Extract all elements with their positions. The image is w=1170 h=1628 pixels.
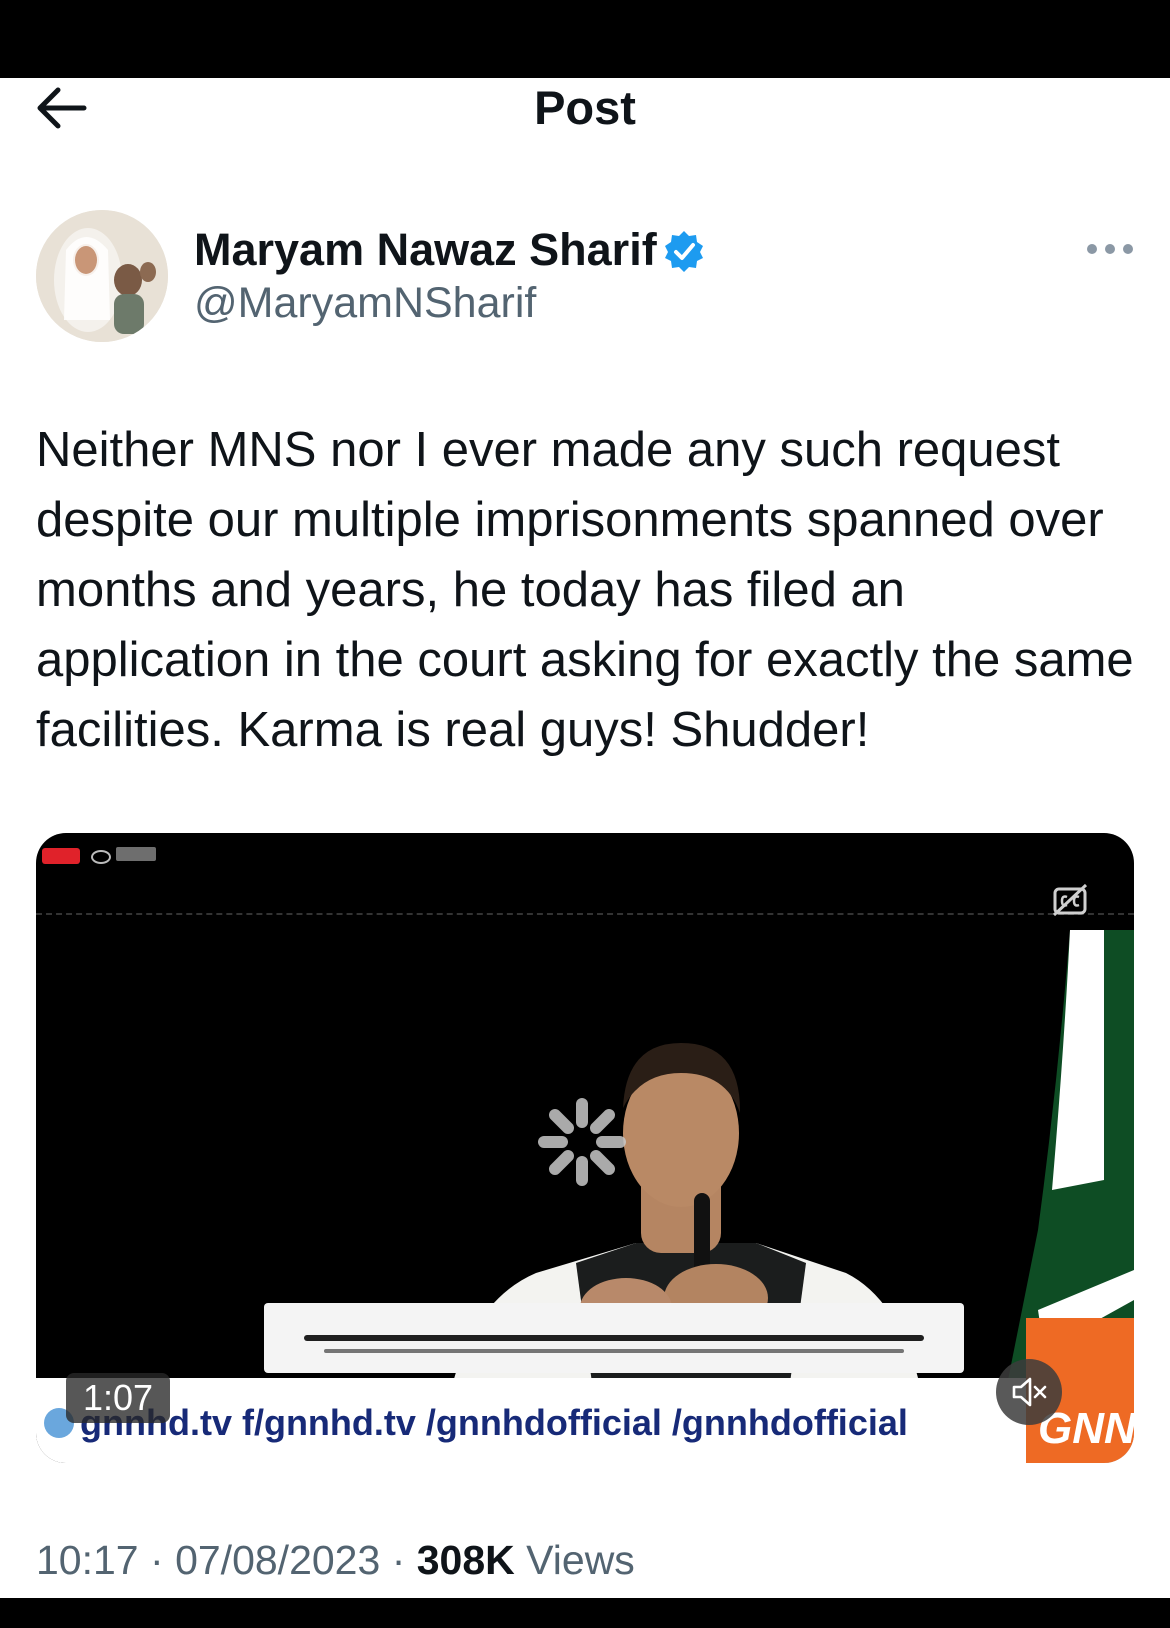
verified-badge-icon bbox=[665, 231, 703, 272]
divider bbox=[36, 913, 1134, 915]
loading-spinner-icon bbox=[538, 1098, 626, 1186]
home-indicator-bar bbox=[0, 1598, 1170, 1628]
post-text: Neither MNS nor I ever made any such req… bbox=[36, 423, 1134, 757]
news-ticker: gnnhd.tv f/gnnhd.tv /gnnhdofficial /gnnh… bbox=[36, 1378, 1134, 1463]
views-label: Views bbox=[526, 1537, 635, 1583]
eye-icon bbox=[91, 850, 111, 864]
speaker-muted-icon bbox=[1012, 1377, 1047, 1407]
video-player[interactable]: gnnhd.tv f/gnnhd.tv /gnnhdofficial /gnnh… bbox=[36, 833, 1134, 1463]
video-duration: 1:07 bbox=[66, 1373, 170, 1423]
more-horizontal-icon bbox=[1087, 244, 1133, 254]
ticker-text: gnnhd.tv f/gnnhd.tv /gnnhdofficial /gnnh… bbox=[80, 1402, 908, 1443]
more-options-button[interactable] bbox=[1080, 232, 1140, 266]
urdu-caption bbox=[264, 1303, 964, 1373]
status-bar bbox=[0, 0, 1170, 78]
viewer-count bbox=[116, 847, 156, 861]
views-count[interactable]: 308K bbox=[417, 1537, 515, 1583]
live-badge bbox=[42, 848, 80, 864]
post-date: 07/08/2023 bbox=[175, 1537, 381, 1583]
avatar[interactable] bbox=[36, 210, 168, 342]
author-name[interactable]: Maryam Nawaz Sharif bbox=[194, 222, 657, 278]
pakistan-flag bbox=[1008, 930, 1134, 1380]
author-handle[interactable]: @MaryamNSharif bbox=[194, 275, 536, 331]
post-meta: 10:17 · 07/08/2023 · 308K Views bbox=[36, 1537, 635, 1583]
mute-button[interactable] bbox=[996, 1359, 1062, 1425]
captions-icon[interactable] bbox=[1052, 883, 1088, 917]
page-title: Post bbox=[534, 81, 636, 134]
post-time: 10:17 bbox=[36, 1537, 139, 1583]
